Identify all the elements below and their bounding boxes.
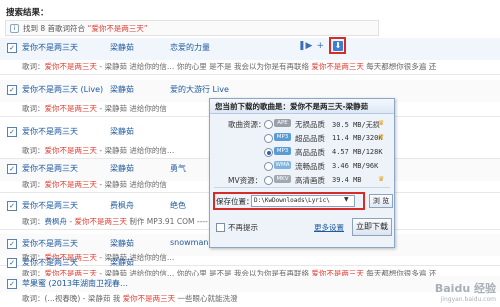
singer-name[interactable]: 费枫舟: [110, 200, 134, 211]
song-title[interactable]: 爱你不是两三天: [22, 238, 78, 249]
crown-icon: ♛: [378, 175, 385, 183]
add-icon[interactable]: +: [316, 41, 324, 51]
found-prefix: 找到 8 首歌词符合: [23, 24, 86, 33]
quality-label: 超品品质: [295, 134, 325, 143]
file-size: 4.57 MB/128K: [332, 148, 383, 156]
quality-label: 高品品质: [295, 148, 325, 157]
file-size: 39.4 MB: [332, 176, 362, 184]
download-icon[interactable]: ⬇: [333, 41, 343, 51]
row-actions: ❚▶ +: [298, 41, 328, 51]
no-remind-checkbox[interactable]: 不再提示: [216, 222, 258, 233]
album-name[interactable]: 爱的大游行 Live: [170, 84, 229, 95]
file-size: 11.4 MB/320K: [332, 134, 383, 142]
table-row[interactable]: ✓ 苹果蜜 (2013年湖南卫视春…: [0, 276, 500, 292]
singer-name[interactable]: 梁静茹: [110, 126, 134, 137]
row-checkbox[interactable]: ✓: [7, 201, 17, 211]
checkbox-box[interactable]: [216, 223, 225, 232]
lyric-snippet: 歌词：(…视春晚) - 梁静茹 我 爱你不是两三天 一些眼心就能洗澄: [22, 294, 238, 303]
no-remind-label: 不再提示: [228, 223, 258, 232]
format-badge: MKV: [274, 175, 291, 183]
format-badge: MP3: [274, 133, 291, 141]
found-summary-bar: i 找到 8 首歌词符合 “爱你不是两三天”: [5, 20, 379, 36]
album-name[interactable]: 恋爱的力量: [170, 42, 210, 53]
option-radio[interactable]: [264, 176, 273, 185]
dialog-title-song: 爱你不是两三天-梁静茹: [290, 102, 369, 111]
save-path-input[interactable]: D:\KwDownloads\Lyric\: [251, 195, 355, 207]
divider: [214, 187, 390, 188]
row-checkbox[interactable]: ✓: [7, 279, 17, 289]
song-title[interactable]: 爱你不是两三天: [22, 126, 78, 137]
album-name[interactable]: 绝色: [170, 200, 186, 211]
download-dialog: 您当前下载的歌曲是：爱你不是两三天-梁静茹 歌曲资源： APE 无损品质 30.…: [209, 98, 395, 248]
album-name[interactable]: 勇气: [170, 163, 186, 174]
song-title[interactable]: 爱你不是两三天: [22, 200, 78, 211]
browse-button[interactable]: 浏 览: [369, 194, 393, 208]
option-radio[interactable]: [264, 162, 273, 171]
option-radio[interactable]: [264, 120, 273, 129]
watermark: Baidu 经验 jingyan.baidu.com: [434, 282, 496, 303]
crown-icon: ♛: [378, 119, 385, 127]
song-title[interactable]: 爱你不是两三天 (Live): [22, 84, 103, 95]
row-checkbox[interactable]: ✓: [7, 85, 17, 95]
save-location-label: 保存位置：: [216, 197, 254, 206]
search-results-page: 搜索结果： i 找到 8 首歌词符合 “爱你不是两三天” ✓ 爱你不是两三天 梁…: [0, 0, 500, 307]
singer-name[interactable]: 梁静茹: [110, 84, 134, 95]
results-title: 搜索结果：: [6, 8, 49, 18]
row-checkbox[interactable]: ✓: [7, 164, 17, 174]
row-checkbox[interactable]: ✓: [7, 239, 17, 249]
chevron-down-icon[interactable]: ▼: [344, 196, 349, 203]
crown-icon: ♛: [378, 133, 385, 141]
row-checkbox[interactable]: ✓: [7, 127, 17, 137]
singer-name[interactable]: 梁静茹: [110, 42, 134, 53]
song-title[interactable]: 爱你不是两三天: [22, 42, 78, 53]
song-title[interactable]: 苹果蜜 (2013年湖南卫视春…: [22, 278, 128, 289]
format-badge: APE: [274, 119, 291, 127]
song-title[interactable]: 爱你不是两三天: [22, 163, 78, 174]
play-icon[interactable]: ❚▶: [298, 41, 312, 51]
quality-label: 高清画质: [295, 176, 325, 185]
download-now-button[interactable]: 立即下载: [352, 218, 392, 236]
quality-label: 无损品质: [295, 120, 325, 129]
singer-name[interactable]: 梁静茹: [110, 238, 134, 249]
file-size: 30.5 MB/无损: [332, 121, 380, 129]
mv-label: MV资源：: [228, 176, 263, 185]
file-size: 3.46 MB/96K: [332, 162, 379, 170]
option-radio-selected[interactable]: [264, 148, 273, 157]
more-settings-link[interactable]: 更多设置: [314, 222, 344, 233]
dialog-title-bar: 您当前下载的歌曲是：爱你不是两三天-梁静茹: [210, 99, 394, 114]
found-keyword: “爱你不是两三天”: [87, 24, 148, 33]
row-checkbox[interactable]: ✓: [7, 43, 17, 53]
lyric-snippet: 歌词：爱你不是两三天 - 梁静茹 进给你的信… 你的心里 是不是 我会以为你是有…: [0, 60, 500, 75]
singer-name[interactable]: 梁静茹: [110, 163, 134, 174]
info-icon: i: [10, 24, 19, 33]
option-radio[interactable]: [264, 134, 273, 143]
format-badge: MP3: [274, 147, 291, 155]
dialog-title-prefix: 您当前下载的歌曲是：: [215, 102, 290, 111]
format-badge: WMA: [274, 161, 291, 169]
source-label: 歌曲资源：: [228, 120, 266, 129]
table-row[interactable]: ✓ 爱你不是两三天 梁静茹 恋爱的力量 ❚▶ + ⬇: [0, 37, 500, 60]
found-summary: 找到 8 首歌词符合 “爱你不是两三天”: [23, 23, 148, 34]
quality-label: 流畅品质: [295, 162, 325, 171]
